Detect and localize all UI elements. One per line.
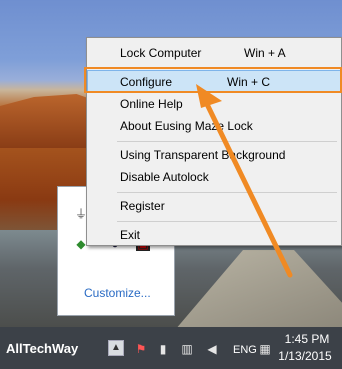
menu-item-label: About Eusing Maze Lock [120, 119, 253, 133]
menu-item-lock-computer[interactable]: Lock Computer Win + A [87, 42, 341, 64]
volume-icon[interactable]: ◀ [205, 342, 219, 356]
menu-item-label: Exit [120, 228, 141, 242]
customize-link[interactable]: Customize... [84, 286, 151, 300]
menu-item-exit[interactable]: Exit [87, 224, 341, 246]
clock-time[interactable]: 1:45 PM [272, 332, 342, 346]
menu-item-shortcut: Win + A [244, 46, 286, 60]
menu-item-label: Disable Autolock [120, 170, 209, 184]
menu-item-label: Lock Computer [120, 46, 202, 60]
menu-item-about[interactable]: About Eusing Maze Lock [87, 115, 341, 137]
context-menu: Lock Computer Win + A Configure Win + C … [86, 37, 342, 246]
menu-item-label: Register [120, 199, 165, 213]
menu-separator [117, 192, 337, 193]
language-indicator[interactable]: ENG [233, 344, 257, 356]
menu-separator [117, 67, 337, 68]
menu-item-label: Online Help [120, 97, 183, 111]
menu-separator [117, 141, 337, 142]
menu-item-label: Configure [120, 75, 173, 89]
menu-item-shortcut: Win + C [227, 75, 271, 89]
menu-item-online-help[interactable]: Online Help [87, 93, 341, 115]
menu-item-configure[interactable]: Configure Win + C [87, 70, 341, 92]
show-hidden-icons-button[interactable]: ▲ [108, 340, 124, 356]
brand-watermark: AllTechWay [6, 341, 79, 356]
taskbar: AllTechWay ▲ ⚑ ▮ ▥ ◀ ENG ▦ 1:45 PM 1/13/… [0, 327, 342, 369]
menu-item-register[interactable]: Register [87, 195, 341, 217]
menu-item-disable-autolock[interactable]: Disable Autolock [87, 166, 341, 188]
menu-separator [117, 221, 337, 222]
menu-item-label: Using Transparent Background [120, 148, 286, 162]
usb-tray-icon[interactable]: ▮ [156, 342, 170, 356]
menu-item-transparent-background[interactable]: Using Transparent Background [87, 144, 341, 166]
flag-alert-icon[interactable]: ⚑ [134, 342, 148, 356]
network-signal-icon[interactable]: ▥ [180, 342, 194, 356]
clock-date[interactable]: 1/13/2015 [268, 349, 342, 363]
